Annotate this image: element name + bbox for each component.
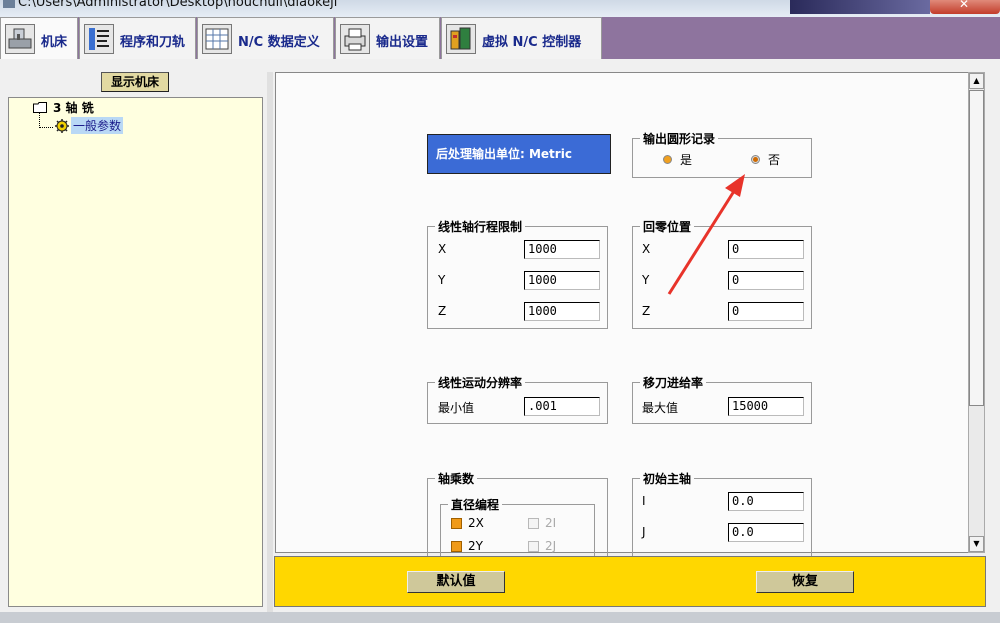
vertical-scrollbar[interactable]: ▲ ▼ <box>968 72 985 553</box>
circular-no-radio[interactable] <box>751 155 760 164</box>
scroll-up-icon[interactable]: ▲ <box>969 73 984 89</box>
action-bar: 默认值 恢复 <box>274 556 986 607</box>
circular-yes-radio[interactable] <box>663 155 672 164</box>
gear-icon <box>53 118 71 137</box>
tree-connector <box>39 113 41 128</box>
spindle-i-label: I <box>642 494 646 508</box>
tab-nc-data[interactable]: N/C 数据定义 <box>197 17 334 59</box>
parameter-form <box>275 72 969 553</box>
travel-y-input[interactable]: 1000 <box>524 271 600 290</box>
virtual-controller-icon <box>446 24 476 54</box>
travel-y-label: Y <box>438 273 446 287</box>
restore-button[interactable]: 恢复 <box>756 571 854 593</box>
spindle-j-label: J <box>642 525 646 539</box>
output-units-display: 后处理输出单位: Metric <box>427 134 611 174</box>
machine-tree: 3 轴 铣 一般参数 <box>8 97 263 607</box>
home-z-input[interactable]: 0 <box>728 302 804 321</box>
toolpath-icon <box>84 24 114 54</box>
window-bottom-border <box>0 612 1000 623</box>
home-x-input[interactable]: 0 <box>728 240 804 259</box>
check-2x-label: 2X <box>468 516 484 530</box>
circular-no-label: 否 <box>768 153 781 167</box>
tree-connector <box>39 127 53 129</box>
close-icon: ✕ <box>959 0 970 11</box>
check-2y[interactable] <box>451 541 462 552</box>
traverse-max-label: 最大值 <box>642 401 679 415</box>
resolution-min-input[interactable]: .001 <box>524 397 600 416</box>
printer-icon <box>340 24 370 54</box>
tab-machine[interactable]: 机床 <box>0 17 78 59</box>
tree-root-3axis-mill[interactable]: 3 轴 铣 <box>53 99 94 116</box>
travel-x-label: X <box>438 242 447 256</box>
home-z-label: Z <box>642 304 651 318</box>
check-2y-label: 2Y <box>468 539 483 553</box>
diameter-programming-group: 直径编程 <box>440 496 595 558</box>
scroll-down-icon[interactable]: ▼ <box>969 536 984 552</box>
nc-data-icon <box>202 24 232 54</box>
tab-virtual-nc-controller[interactable]: 虚拟 N/C 控制器 <box>441 17 602 59</box>
window-close-button[interactable]: ✕ <box>930 0 1000 14</box>
traverse-max-input[interactable]: 15000 <box>728 397 804 416</box>
resolution-min-label: 最小值 <box>438 401 475 415</box>
home-y-label: Y <box>642 273 650 287</box>
tab-output-settings[interactable]: 输出设置 <box>335 17 440 59</box>
default-button[interactable]: 默认值 <box>407 571 505 593</box>
circular-yes-label: 是 <box>680 153 693 167</box>
taskbar-thumbnail <box>790 0 930 14</box>
tab-bar: 机床 程序和刀轨 N/C 数据定义 输出设置 虚拟 N/C 控制器 <box>0 17 1000 59</box>
scroll-thumb[interactable] <box>969 90 984 406</box>
home-x-label: X <box>642 242 651 256</box>
home-y-input[interactable]: 0 <box>728 271 804 290</box>
check-2j-label: 2J <box>545 539 557 553</box>
tree-item-general-params[interactable]: 一般参数 <box>71 117 124 134</box>
circular-output-group: 输出圆形记录 <box>632 130 812 178</box>
travel-x-input[interactable]: 1000 <box>524 240 600 259</box>
app-icon <box>3 0 15 8</box>
window-title: C:\Users\Administrator\Desktop\houchuli\… <box>18 0 338 10</box>
show-machine-button[interactable]: 显示机床 <box>101 72 169 92</box>
tab-program-toolpath[interactable]: 程序和刀轨 <box>79 17 196 59</box>
travel-z-input[interactable]: 1000 <box>524 302 600 321</box>
check-2i-label: 2I <box>545 516 557 530</box>
travel-z-label: Z <box>438 304 447 318</box>
check-2x[interactable] <box>451 518 462 529</box>
panel-splitter[interactable] <box>267 72 273 612</box>
spindle-i-input[interactable]: 0.0 <box>728 492 804 511</box>
check-2i[interactable] <box>528 518 539 529</box>
spindle-j-input[interactable]: 0.0 <box>728 523 804 542</box>
machine-icon <box>5 24 35 54</box>
check-2j[interactable] <box>528 541 539 552</box>
initial-spindle-group: 初始主轴 <box>632 470 812 558</box>
